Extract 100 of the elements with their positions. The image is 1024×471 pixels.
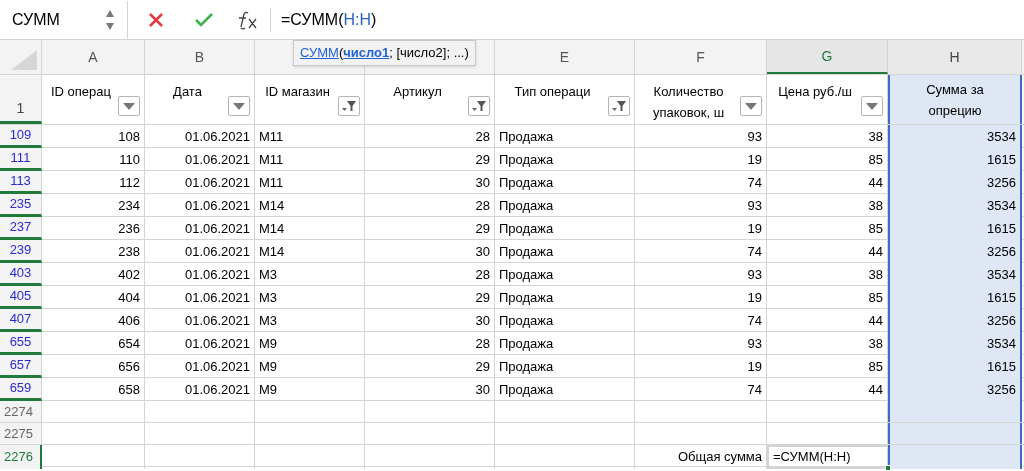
column-title: Цена руб./ш: [777, 83, 853, 101]
column-header[interactable]: E: [495, 40, 635, 74]
row-number[interactable]: 113: [0, 171, 42, 194]
dropdown-button[interactable]: [228, 96, 250, 116]
table-cell-text: 38: [868, 196, 883, 215]
table-cell-text: 74: [747, 311, 762, 330]
column-title: Дата: [172, 83, 203, 101]
table-cell-text: 44: [868, 242, 883, 261]
table-cell-text: Продажа: [499, 357, 554, 376]
table-cell-text: 402: [118, 265, 140, 284]
column-header[interactable]: H: [888, 40, 1022, 74]
checkmark-icon[interactable]: [194, 11, 214, 28]
dropdown-button[interactable]: [118, 96, 140, 116]
row-number[interactable]: 405: [0, 286, 42, 309]
table-cell-text: 74: [747, 173, 762, 192]
table-cell-text: M14: [259, 242, 285, 261]
row-number[interactable]: 235: [0, 194, 42, 217]
table-cell-text: 01.06.2021: [184, 334, 250, 353]
column-header[interactable]: B: [145, 40, 255, 74]
table-cell: 1615: [888, 148, 1022, 171]
row-number[interactable]: 109: [0, 125, 42, 148]
name-box[interactable]: СУММ: [0, 0, 128, 39]
table-cell-text: 29: [475, 150, 490, 169]
column-header[interactable]: G: [767, 40, 888, 74]
fill-handle[interactable]: [885, 464, 891, 471]
table-cell-text: 406: [118, 311, 140, 330]
table-cell-text: M9: [259, 357, 278, 376]
table-cell-text: 28: [475, 334, 490, 353]
table-cell-text: 28: [475, 127, 490, 146]
table-cell-text: 01.06.2021: [184, 219, 250, 238]
row-number[interactable]: 111: [0, 148, 42, 171]
row-number[interactable]: 1: [0, 75, 42, 124]
table-cell-text: 01.06.2021: [184, 311, 250, 330]
row-number[interactable]: 657: [0, 355, 42, 378]
table-cell-text: 01.06.2021: [184, 150, 250, 169]
table-cell-text: M3: [259, 265, 278, 284]
row-number[interactable]: 407: [0, 309, 42, 332]
table-cell-text: M3: [259, 288, 278, 307]
table-cell-text: M11: [259, 127, 284, 146]
table-cell-text: 44: [868, 173, 883, 192]
table-cell-text: 85: [868, 288, 883, 307]
table-cell-text: 93: [747, 196, 762, 215]
table-cell-text: Продажа: [499, 311, 554, 330]
column-title: Тип операци: [513, 83, 592, 101]
table-cell-text: 93: [747, 334, 762, 353]
table-cell-text: Продажа: [499, 219, 554, 238]
table-cell-text: 110: [119, 150, 140, 169]
table-cell-text: 29: [475, 357, 490, 376]
table-cell-text: 658: [118, 380, 140, 399]
row-number[interactable]: 237: [0, 217, 42, 240]
row-number[interactable]: 403: [0, 263, 42, 286]
row-number[interactable]: 659: [0, 378, 42, 401]
table-cell-text: 44: [868, 311, 883, 330]
table-cell-text: 30: [475, 242, 490, 261]
table-cell-text: 01.06.2021: [184, 242, 250, 261]
function-tooltip: СУММ(число1; [число2]; ...): [293, 40, 476, 66]
stepper-icon: [105, 8, 115, 31]
table-cell-text: 654: [118, 334, 140, 353]
table-cell-text: 19: [747, 219, 762, 238]
table-cell: 3534: [888, 263, 1022, 286]
column-title: Артикул: [392, 83, 443, 101]
table-cell-text: 38: [868, 127, 883, 146]
table-cell-text: M11: [259, 173, 284, 192]
table-cell-text: 44: [868, 380, 883, 399]
table-cell-text: 01.06.2021: [184, 127, 250, 146]
table-cell-text: Продажа: [499, 265, 554, 284]
table-cell-text: 85: [868, 357, 883, 376]
table-cell-text: 30: [475, 311, 490, 330]
table-cell-text: 108: [118, 127, 140, 146]
table-cell-text: M9: [259, 380, 278, 399]
column-title: Сумма за опрецию: [888, 75, 1022, 124]
cancel-icon[interactable]: [148, 11, 164, 28]
table-cell-text: Продажа: [499, 288, 554, 307]
table-cell-text: 19: [747, 357, 762, 376]
table-cell-text: Общая сумма: [677, 448, 762, 466]
table-cell-text: M14: [259, 219, 285, 238]
table-cell-text: 74: [747, 380, 762, 399]
table-cell: 1615: [888, 286, 1022, 309]
table-cell-text: Продажа: [499, 196, 554, 215]
row-number[interactable]: 2276: [0, 445, 42, 469]
table-cell: 3256: [888, 378, 1022, 401]
table-cell: 3256: [888, 309, 1022, 332]
row-number[interactable]: 655: [0, 332, 42, 355]
table-cell-text: 93: [747, 127, 762, 146]
table-cell-text: 38: [868, 334, 883, 353]
table-cell-text: 656: [118, 357, 140, 376]
table-cell-text: 30: [475, 173, 490, 192]
column-header[interactable]: A: [42, 40, 145, 74]
dropdown-button[interactable]: [740, 96, 762, 116]
dropdown-button[interactable]: [861, 96, 883, 116]
table-cell-text: 236: [118, 219, 140, 238]
formula-field[interactable]: =СУММ(H:H): [281, 7, 1024, 32]
table-cell-text: 38: [868, 265, 883, 284]
row-number[interactable]: 239: [0, 240, 42, 263]
table-cell-text: 01.06.2021: [184, 173, 250, 192]
column-title: ID магазин: [264, 83, 331, 101]
table-cell: 3534: [888, 332, 1022, 355]
row-number[interactable]: 2274: [0, 401, 42, 422]
table-cell: 3534: [888, 194, 1022, 217]
row-number[interactable]: 2275: [0, 423, 42, 444]
